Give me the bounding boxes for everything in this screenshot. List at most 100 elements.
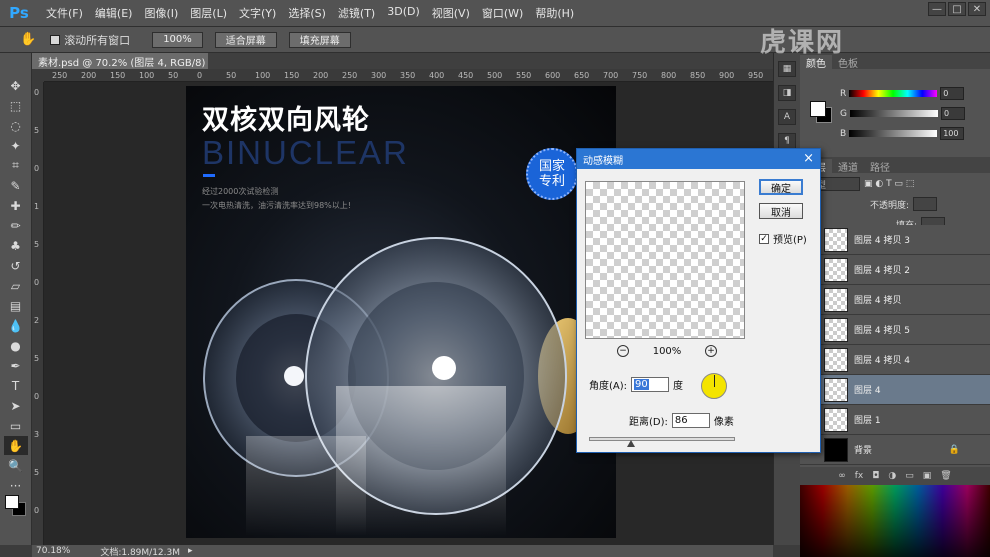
green-slider[interactable] [849,110,938,117]
scroll-all-windows-checkbox[interactable]: 滚动所有窗口 [50,32,130,48]
blur-tool-icon[interactable]: 💧 [4,316,28,335]
adjustment-icon[interactable]: ◑ [888,471,896,481]
pen-tool-icon[interactable]: ✒ [4,356,28,375]
path-select-tool-icon[interactable]: ➤ [4,396,28,415]
layer-name[interactable]: 图层 4 拷贝 4 [854,353,910,366]
group-icon[interactable]: ▭ [905,471,914,481]
filter-icons[interactable]: ▣ ◐ T ▭ ⬚ [864,179,914,189]
document-canvas[interactable]: 双核双向风轮 BINUCLEAR 经过2000次试验检测 一次电热清洗，油污清洗… [186,86,616,538]
tab-channels[interactable]: 通道 [832,159,864,174]
layer-name[interactable]: 图层 4 拷贝 5 [854,323,910,336]
vertical-ruler[interactable]: 0 5 0 1 5 0 2 5 0 3 5 0 [32,82,44,545]
menu-item-4[interactable]: 文字(Y) [239,5,276,21]
ruler-origin[interactable] [32,69,44,82]
trash-icon[interactable]: 🗑 [940,471,951,481]
menu-item-7[interactable]: 3D(D) [387,5,420,21]
layer-row[interactable]: ◉图层 1 [800,405,990,435]
menu-item-5[interactable]: 选择(S) [288,5,326,21]
distance-value[interactable]: 86 [675,415,688,426]
layer-row[interactable]: ◉图层 4 拷贝 4 [800,345,990,375]
dodge-tool-icon[interactable]: ● [4,336,28,355]
clone-stamp-tool-icon[interactable]: ♣ [4,236,28,255]
history-brush-tool-icon[interactable]: ↺ [4,256,28,275]
ok-button[interactable]: 确定 [759,179,803,195]
document-info[interactable]: 文档:1.89M/12.3M [100,545,180,557]
hand-tool-icon[interactable]: ✋ [3,436,28,455]
paragraph-panel-icon[interactable]: ¶ [778,133,796,149]
panel-foreground-swatch[interactable] [810,101,826,117]
preview-checkbox[interactable]: ✓ 预览(P) [759,231,807,246]
layer-name[interactable]: 图层 4 拷贝 3 [854,233,910,246]
status-arrow-icon[interactable]: ▸ [188,546,193,556]
zoom-100-button[interactable]: 100% [152,31,203,48]
zoom-out-icon[interactable]: − [617,345,629,357]
menu-item-9[interactable]: 窗口(W) [482,5,523,21]
layer-row[interactable]: ◉图层 4 拷贝 [800,285,990,315]
crop-tool-icon[interactable]: ⌗ [4,156,28,175]
more-tools-icon[interactable]: ··· [4,476,28,495]
tab-paths[interactable]: 路径 [864,159,896,174]
marquee-tool-icon[interactable]: ⬚ [4,96,28,115]
angle-value[interactable]: 90 [634,379,649,390]
hand-tool-icon[interactable]: ✋ [20,32,36,47]
character-panel-icon[interactable]: A [778,109,796,125]
layer-row[interactable]: ◉图层 4 拷贝 5 [800,315,990,345]
menu-item-0[interactable]: 文件(F) [46,5,83,21]
layer-row[interactable]: ◉图层 4 拷贝 2 [800,255,990,285]
menu-item-8[interactable]: 视图(V) [432,5,470,21]
type-tool-icon[interactable]: T [4,376,28,395]
lasso-tool-icon[interactable]: ◌ [4,116,28,135]
mask-icon[interactable]: ◘ [872,471,879,481]
color-spectrum[interactable] [800,485,990,557]
properties-panel-icon[interactable]: ◨ [778,85,796,101]
move-tool-icon[interactable]: ✥ [4,76,28,95]
blue-value[interactable]: 100 [940,127,965,140]
horizontal-ruler[interactable]: 250 200 150 100 50 0 50 100 150 200 250 300 350 400 45… [44,69,773,82]
red-slider[interactable] [849,90,938,97]
filter-preview[interactable] [585,181,745,339]
healing-brush-tool-icon[interactable]: ✚ [4,196,28,215]
red-value[interactable]: 0 [940,87,965,100]
menu-item-2[interactable]: 图像(I) [144,5,178,21]
quick-select-tool-icon[interactable]: ✦ [4,136,28,155]
layer-row[interactable]: ◉背景🔒 [800,435,990,465]
maximize-button[interactable]: □ [948,2,966,16]
new-layer-icon[interactable]: ▣ [923,471,932,481]
minimize-button[interactable]: — [928,2,946,16]
document-tab[interactable]: 素材.psd @ 70.2% (图层 4, RGB/8) * × [32,53,227,69]
fit-screen-button[interactable]: 适合屏幕 [214,31,277,48]
zoom-level[interactable]: 70.18% [36,546,70,556]
foreground-color-swatch[interactable] [5,495,19,509]
menu-item-10[interactable]: 帮助(H) [535,5,574,21]
layer-name[interactable]: 背景 [854,443,872,456]
layer-name[interactable]: 图层 4 [854,383,881,396]
zoom-in-icon[interactable]: + [705,345,717,357]
dialog-close-icon[interactable]: × [803,151,814,166]
angle-input[interactable]: 90 [631,377,670,392]
close-window-button[interactable]: ✕ [968,2,986,16]
link-icon[interactable]: ∞ [838,471,846,481]
checkbox-box[interactable] [50,34,61,45]
layer-name[interactable]: 图层 4 拷贝 [854,293,901,306]
distance-slider-track[interactable] [589,437,735,441]
fx-icon[interactable]: fx [855,471,864,481]
distance-input[interactable]: 86 [671,413,710,428]
gradient-tool-icon[interactable]: ▤ [4,296,28,315]
distance-slider-thumb[interactable] [627,440,636,447]
green-value[interactable]: 0 [940,107,965,120]
menu-item-6[interactable]: 滤镜(T) [338,5,375,21]
cancel-button[interactable]: 取消 [759,203,803,219]
layer-name[interactable]: 图层 4 拷贝 2 [854,263,910,276]
zoom-tool-icon[interactable]: 🔍 [4,456,28,475]
menu-item-1[interactable]: 编辑(E) [95,5,133,21]
preview-check-mark[interactable]: ✓ [759,233,769,244]
eraser-tool-icon[interactable]: ▱ [4,276,28,295]
brush-tool-icon[interactable]: ✏ [4,216,28,235]
eyedropper-tool-icon[interactable]: ✎ [4,176,28,195]
layer-row[interactable]: ◉图层 4 [800,375,990,405]
history-panel-icon[interactable]: ▦ [778,61,796,77]
layer-row[interactable]: ◉图层 4 拷贝 3 [800,225,990,255]
menu-item-3[interactable]: 图层(L) [190,5,227,21]
fill-screen-button[interactable]: 填充屏幕 [288,31,351,48]
dialog-titlebar[interactable]: 动感模糊 × [577,149,820,169]
